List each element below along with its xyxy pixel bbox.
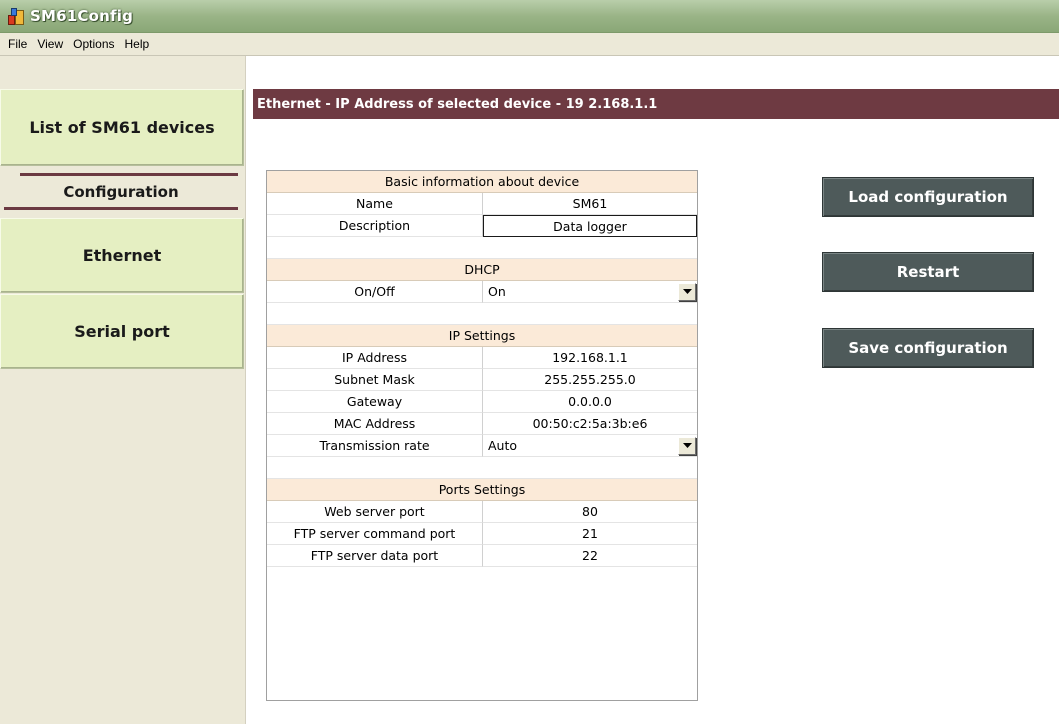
property-label: Gateway [267, 391, 483, 413]
group-title: Ports Settings [438, 482, 526, 497]
property-label: Name [267, 193, 483, 215]
group-row-ip: IP Settings [267, 325, 697, 347]
property-label: Transmission rate [267, 435, 483, 457]
configuration-header: Configuration [4, 173, 238, 210]
menu-bar: File View Options Help [0, 33, 1059, 56]
app-icon [8, 8, 25, 25]
group-row-dhcp: DHCP [267, 259, 697, 281]
table-row: Gateway 0.0.0.0 [267, 391, 697, 413]
section-header: Ethernet - IP Address of selected device… [253, 89, 1059, 119]
group-title: DHCP [464, 262, 500, 277]
group-row-ports: Ports Settings [267, 479, 697, 501]
divider [4, 207, 238, 210]
ftp-data-port-field[interactable]: 22 [483, 545, 697, 567]
group-row-basic: Basic information about device [267, 171, 697, 193]
menu-help[interactable]: Help [121, 37, 154, 51]
group-title: Basic information about device [384, 174, 580, 189]
transmission-rate-value: Auto [488, 438, 518, 453]
subnet-mask-field[interactable]: 255.255.255.0 [483, 369, 697, 391]
table-row: Description Data logger [267, 215, 697, 237]
ip-address-field[interactable]: 192.168.1.1 [483, 347, 697, 369]
gateway-field[interactable]: 0.0.0.0 [483, 391, 697, 413]
window-title: SM61Config [30, 7, 134, 25]
table-row: IP Address 192.168.1.1 [267, 347, 697, 369]
property-label: IP Address [267, 347, 483, 369]
menu-file[interactable]: File [4, 37, 31, 51]
transmission-rate-select[interactable]: Auto [483, 435, 697, 457]
main-panel: Ethernet - IP Address of selected device… [247, 56, 1059, 724]
property-grid: Basic information about device Name SM61… [266, 170, 698, 701]
name-field[interactable]: SM61 [483, 193, 697, 215]
table-row: Name SM61 [267, 193, 697, 215]
dropdown-arrow-icon[interactable] [678, 436, 696, 455]
property-label: Description [267, 215, 483, 237]
configuration-label: Configuration [63, 182, 179, 201]
table-row: On/Off On [267, 281, 697, 303]
table-row: FTP server command port 21 [267, 523, 697, 545]
list-devices-button[interactable]: List of SM61 devices [0, 89, 244, 166]
load-configuration-button[interactable]: Load configuration [822, 177, 1034, 217]
description-field[interactable]: Data logger [483, 215, 697, 237]
blank-row [267, 457, 697, 479]
property-label: Subnet Mask [267, 369, 483, 391]
table-row: MAC Address 00:50:c2:5a:3b:e6 [267, 413, 697, 435]
table-row: Transmission rate Auto [267, 435, 697, 457]
divider [20, 173, 238, 176]
property-label: Web server port [267, 501, 483, 523]
sidebar-item-serial-port[interactable]: Serial port [0, 294, 244, 369]
sidebar-item-ethernet[interactable]: Ethernet [0, 218, 244, 293]
blank-row [267, 237, 697, 259]
restart-button[interactable]: Restart [822, 252, 1034, 292]
menu-view[interactable]: View [33, 37, 67, 51]
title-bar[interactable]: SM61Config [0, 0, 1059, 33]
blank-row [267, 303, 697, 325]
property-label: On/Off [267, 281, 483, 303]
table-row: Web server port 80 [267, 501, 697, 523]
dhcp-select[interactable]: On [483, 281, 697, 303]
mac-address-field[interactable]: 00:50:c2:5a:3b:e6 [483, 413, 697, 435]
menu-options[interactable]: Options [69, 37, 118, 51]
group-title: IP Settings [448, 328, 516, 343]
property-label: FTP server command port [267, 523, 483, 545]
property-label: FTP server data port [267, 545, 483, 567]
sidebar: List of SM61 devices Configuration Ether… [0, 56, 246, 724]
web-port-field[interactable]: 80 [483, 501, 697, 523]
property-label: MAC Address [267, 413, 483, 435]
ftp-command-port-field[interactable]: 21 [483, 523, 697, 545]
dropdown-arrow-icon[interactable] [678, 282, 696, 301]
save-configuration-button[interactable]: Save configuration [822, 328, 1034, 368]
table-row: Subnet Mask 255.255.255.0 [267, 369, 697, 391]
dhcp-select-value: On [488, 284, 506, 299]
table-row: FTP server data port 22 [267, 545, 697, 567]
